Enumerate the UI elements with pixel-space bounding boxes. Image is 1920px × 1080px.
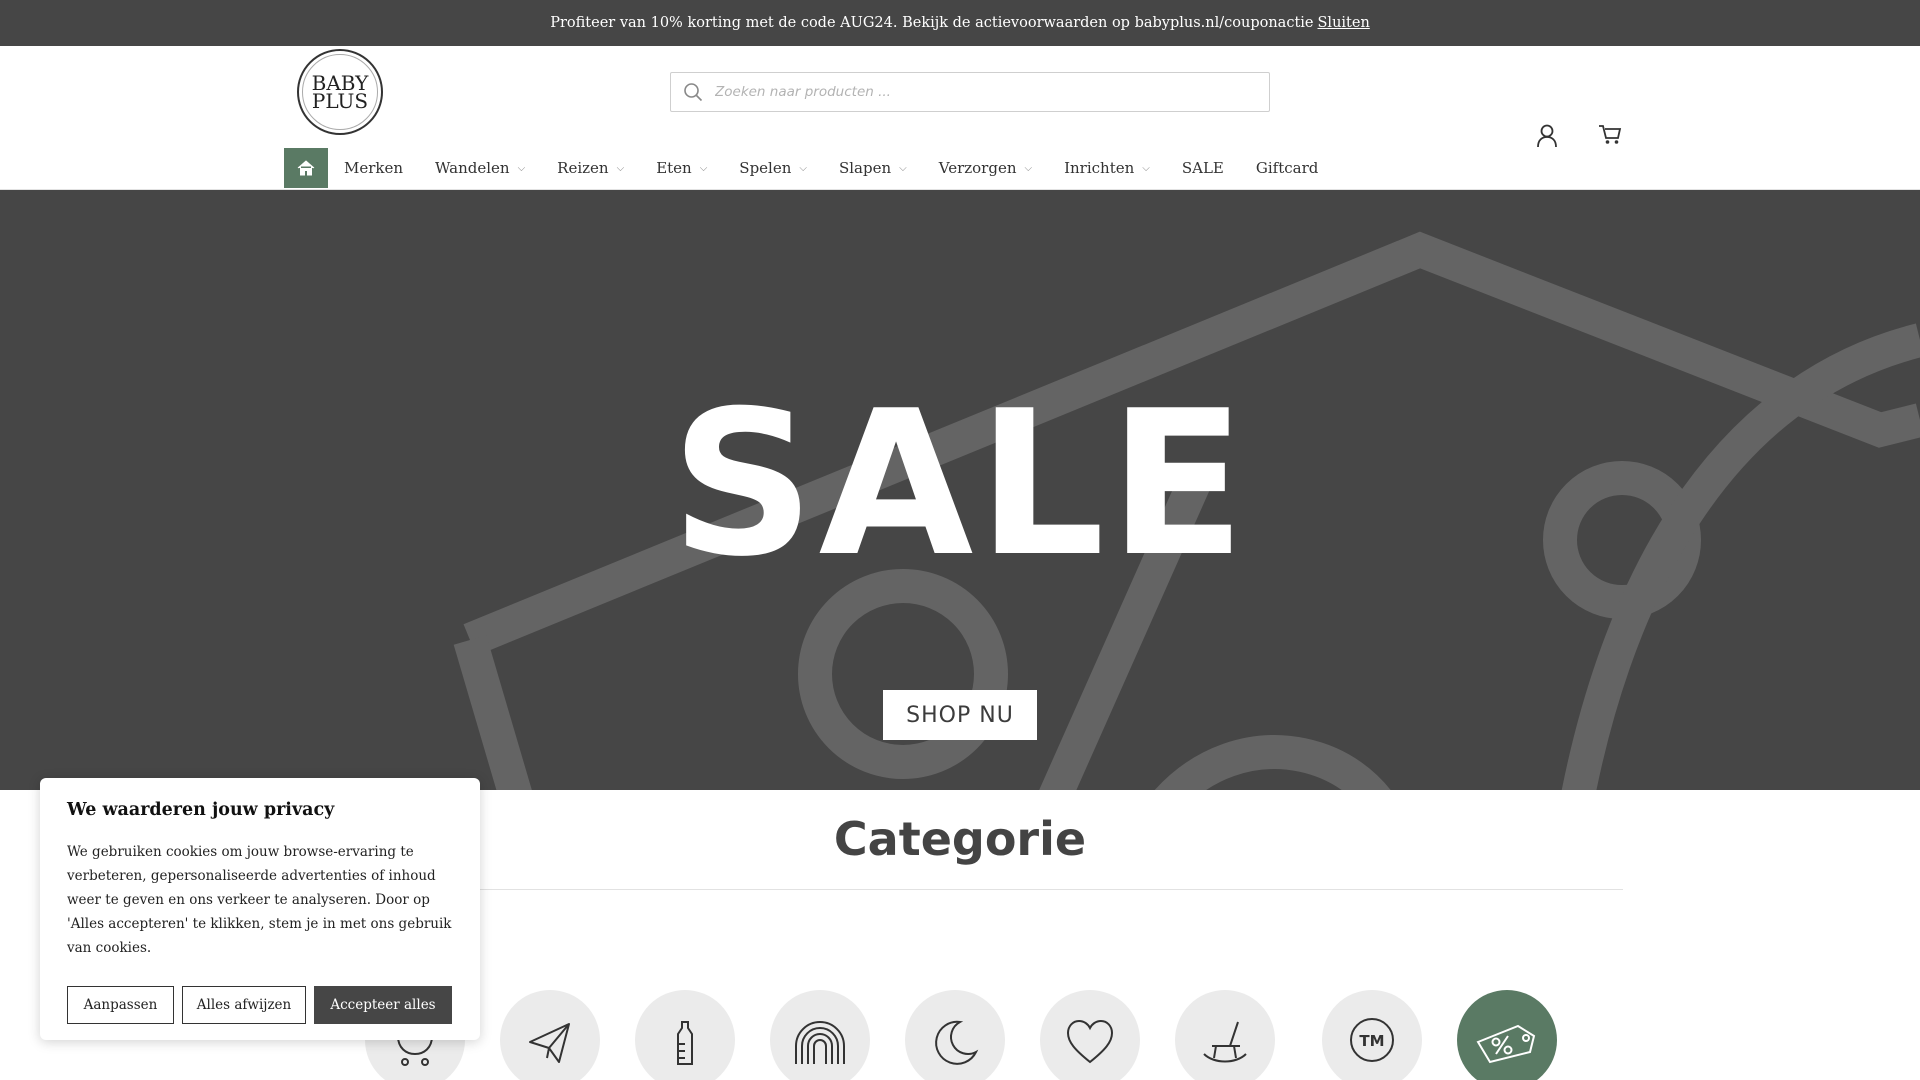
rocking-chair-icon bbox=[1203, 1021, 1247, 1063]
announcement-bar: Profiteer van 10% korting met de code AU… bbox=[0, 0, 1920, 46]
hero-title: SALE bbox=[670, 368, 1250, 601]
bottle-icon bbox=[677, 1021, 693, 1065]
category-sale[interactable] bbox=[1457, 990, 1557, 1080]
tm-icon: TM bbox=[1350, 1018, 1394, 1062]
logo-line-2: PLUS bbox=[311, 89, 369, 113]
cookie-title: We waarderen jouw privacy bbox=[67, 800, 335, 820]
site-header: BABY PLUS bbox=[0, 46, 1920, 148]
heart-icon bbox=[1066, 1019, 1114, 1064]
chevron-down-icon: ⌵ bbox=[899, 162, 907, 174]
announcement-text: Profiteer van 10% korting met de code AU… bbox=[550, 15, 1314, 31]
cart-icon[interactable] bbox=[1598, 124, 1622, 150]
shop-now-button[interactable]: SHOP NU bbox=[883, 690, 1037, 740]
nav-item-merken[interactable]: Merken bbox=[328, 148, 419, 188]
moon-icon bbox=[935, 1020, 979, 1065]
chevron-down-icon: ⌵ bbox=[1024, 162, 1033, 174]
nav-item-eten[interactable]: Eten ⌵ bbox=[640, 148, 723, 188]
chevron-down-icon: ⌵ bbox=[517, 162, 526, 174]
svg-text:TM: TM bbox=[1359, 1032, 1384, 1050]
category-verzorgen[interactable] bbox=[1040, 990, 1140, 1080]
chevron-down-icon: ⌵ bbox=[616, 162, 625, 174]
home-button[interactable] bbox=[284, 148, 328, 188]
nav-item-giftcard[interactable]: Giftcard bbox=[1240, 148, 1334, 188]
main-nav: Merken Wandelen ⌵ Reizen ⌵ Eten ⌵ Spelen ⌵ S… bbox=[284, 148, 1334, 188]
chevron-down-icon: ⌵ bbox=[1142, 162, 1150, 174]
chevron-down-icon: ⌵ bbox=[799, 162, 807, 174]
paper-plane-icon bbox=[529, 1023, 570, 1063]
cookie-banner: We waarderen jouw privacy We gebruiken c… bbox=[40, 778, 480, 1040]
cookie-reject-button[interactable]: Alles afwijzen bbox=[182, 986, 306, 1024]
category-eten[interactable] bbox=[635, 990, 735, 1080]
announcement-close-link[interactable]: Sluiten bbox=[1318, 15, 1370, 31]
cookie-text: We gebruiken cookies om jouw browse-erva… bbox=[67, 844, 452, 956]
category-inrichten[interactable] bbox=[1175, 990, 1275, 1080]
search-icon bbox=[671, 82, 715, 102]
chevron-down-icon: ⌵ bbox=[699, 162, 708, 174]
category-divider bbox=[425, 889, 1623, 890]
category-slapen[interactable] bbox=[905, 990, 1005, 1080]
account-icon[interactable] bbox=[1536, 124, 1558, 152]
search-bar bbox=[670, 72, 1270, 112]
nav-item-verzorgen[interactable]: Verzorgen ⌵ bbox=[923, 148, 1048, 188]
category-spelen[interactable] bbox=[770, 990, 870, 1080]
nav-item-reizen[interactable]: Reizen ⌵ bbox=[541, 148, 640, 188]
category-reizen[interactable] bbox=[500, 990, 600, 1080]
category-merken[interactable]: TM bbox=[1322, 990, 1422, 1080]
nav-item-inrichten[interactable]: Inrichten ⌵ bbox=[1048, 148, 1166, 188]
nav-item-slapen[interactable]: Slapen ⌵ bbox=[823, 148, 923, 188]
logo[interactable]: BABY PLUS bbox=[297, 49, 383, 135]
sale-tag-icon bbox=[1476, 1024, 1536, 1064]
home-icon bbox=[297, 160, 315, 176]
nav-item-spelen[interactable]: Spelen ⌵ bbox=[723, 148, 823, 188]
search-input[interactable] bbox=[715, 74, 1269, 110]
cookie-accept-button[interactable]: Accepteer alles bbox=[314, 986, 452, 1024]
nav-item-sale[interactable]: SALE bbox=[1166, 148, 1240, 188]
nav-item-wandelen[interactable]: Wandelen ⌵ bbox=[419, 148, 541, 188]
rainbow-icon bbox=[795, 1021, 845, 1064]
cookie-customize-button[interactable]: Aanpassen bbox=[67, 986, 174, 1024]
